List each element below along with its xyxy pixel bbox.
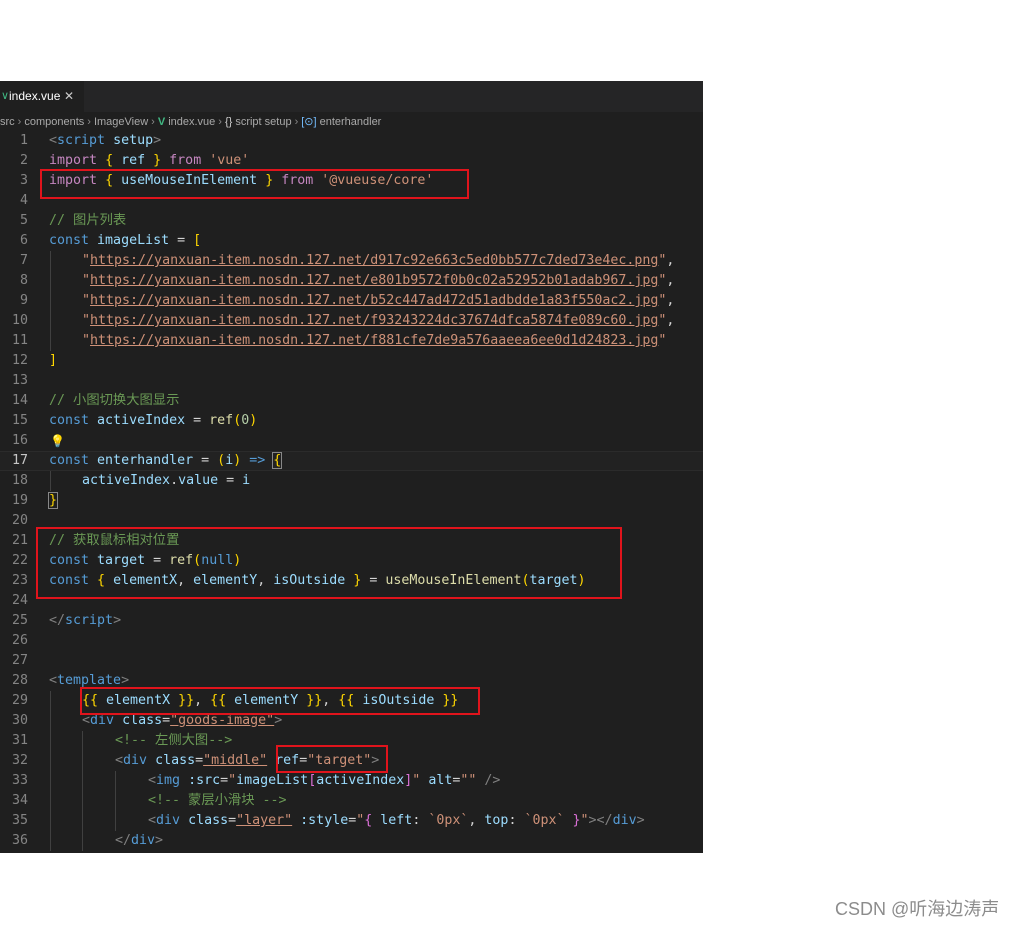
line-number: 25: [11, 613, 28, 628]
tab-bar: ∨ index.vue ✕: [0, 81, 703, 112]
line-number: 35: [11, 813, 28, 828]
code-line: 1 <script setup>: [0, 131, 703, 151]
code-line: 14// 小图切换大图显示: [0, 391, 703, 411]
chevron-right-icon: ›: [294, 116, 299, 128]
code-line-current: 17 const enterhandler = (i) => {: [0, 451, 703, 471]
code-line: 11 "https://yanxuan-item.nosdn.127.net/f8…: [0, 331, 703, 351]
code-line: 22 const target = ref(null): [0, 551, 703, 571]
line-number: 32: [11, 753, 28, 768]
code-line: 8 "https://yanxuan-item.nosdn.127.net/e80…: [0, 271, 703, 291]
code-line: 18 activeIndex.value = i: [0, 471, 703, 491]
line-number: 16: [11, 433, 28, 448]
line-number: 13: [11, 373, 28, 388]
code-line: 3 import { useMouseInElement } from '@vue…: [0, 171, 703, 191]
line-number: 3: [19, 173, 28, 188]
code-line: 4: [0, 191, 703, 211]
line-number: 28: [11, 673, 28, 688]
tab-index-vue[interactable]: ∨ index.vue ✕: [0, 81, 84, 112]
breadcrumb: src › components › ImageView › Vindex.vue ›{} sc…: [0, 112, 703, 132]
line-number: 22: [11, 553, 28, 568]
code-line: 21// 获取鼠标相对位置: [0, 531, 703, 551]
code-line: 26: [0, 631, 703, 651]
line-number: 10: [11, 313, 28, 328]
line-number: 20: [11, 513, 28, 528]
line-number: 30: [11, 713, 28, 728]
code-line: 24: [0, 591, 703, 611]
line-number: 23: [11, 573, 28, 588]
lightbulb-icon[interactable]: 💡: [50, 431, 65, 451]
code-area[interactable]: 1 <script setup> 2 import { ref } from 'vu…: [0, 131, 703, 851]
breadcrumb-item-imageview[interactable]: ImageView: [94, 112, 148, 132]
code-line: 9 "https://yanxuan-item.nosdn.127.net/b52…: [0, 291, 703, 311]
code-line: 15 const activeIndex = ref(0): [0, 411, 703, 431]
line-number: 8: [19, 273, 28, 288]
code-line: 36 </div>: [0, 831, 703, 851]
line-number: 12: [11, 353, 28, 368]
code-line: 31 <!-- 左侧大图-->: [0, 731, 703, 751]
code-line: 2 import { ref } from 'vue': [0, 151, 703, 171]
code-line: 7 "https://yanxuan-item.nosdn.127.net/d91…: [0, 251, 703, 271]
line-number: 24: [11, 593, 28, 608]
code-editor: ∨ index.vue ✕ src › components › ImageView › V…: [0, 81, 703, 853]
line-number: 17: [11, 453, 28, 468]
close-icon[interactable]: ✕: [64, 81, 74, 112]
line-number: 7: [19, 253, 28, 268]
line-number: 31: [11, 733, 28, 748]
breadcrumb-item-index-vue[interactable]: index.vue: [168, 112, 215, 132]
line-number: 21: [11, 533, 28, 548]
breadcrumb-item-components[interactable]: components: [24, 112, 84, 132]
line-number: 1: [19, 133, 28, 148]
line-number: 5: [19, 213, 28, 228]
line-number: 14: [11, 393, 28, 408]
line-number: 29: [11, 693, 28, 708]
tab-label: index.vue: [9, 89, 61, 103]
line-number: 33: [11, 773, 28, 788]
vue-file-icon: ∨: [1, 90, 10, 102]
code-line: 30 <div class="goods-image">: [0, 711, 703, 731]
line-number: 11: [11, 333, 28, 348]
line-number: 9: [19, 293, 28, 308]
chevron-right-icon: ›: [17, 116, 22, 128]
breadcrumb-item-src[interactable]: src: [0, 112, 15, 132]
chevron-right-icon: ›: [151, 116, 155, 128]
watermark: CSDN @听海边涛声: [835, 899, 1000, 919]
code-line: 35 <div class="layer" :style="{ left: `0p…: [0, 811, 703, 831]
code-line: 20: [0, 511, 703, 531]
braces-icon: {}: [224, 116, 233, 128]
code-line: 33 <img :src="imageList[activeIndex]" alt…: [0, 771, 703, 791]
code-line: 5// 图片列表: [0, 211, 703, 231]
chevron-right-icon: ›: [87, 116, 91, 128]
code-line: 6 const imageList = [: [0, 231, 703, 251]
line-number: 27: [11, 653, 28, 668]
breadcrumb-item-script-setup[interactable]: script setup: [235, 112, 291, 132]
chevron-right-icon: ›: [218, 116, 222, 128]
code-line: 10 "https://yanxuan-item.nosdn.127.net/f9…: [0, 311, 703, 331]
line-number: 18: [11, 473, 28, 488]
vue-file-icon: V: [157, 116, 166, 128]
line-number: 36: [11, 833, 28, 848]
breadcrumb-item-enterhandler[interactable]: enterhandler: [320, 112, 382, 132]
line-number: 26: [11, 633, 28, 648]
line-number: 34: [11, 793, 28, 808]
line-number: 4: [19, 193, 28, 208]
code-line: 12]: [0, 351, 703, 371]
code-line: 32 <div class="middle" ref="target">: [0, 751, 703, 771]
code-line: 23 const { elementX, elementY, isOutside …: [0, 571, 703, 591]
line-number: 19: [11, 493, 28, 508]
line-number: 2: [19, 153, 28, 168]
code-line: 34 <!-- 蒙层小滑块 -->: [0, 791, 703, 811]
code-line: 13: [0, 371, 703, 391]
code-line: 27: [0, 651, 703, 671]
line-number: 15: [11, 413, 28, 428]
code-line: 29{{ elementX }}, {{ elementY }}, {{ isO…: [0, 691, 703, 711]
code-line: 28 <template>: [0, 671, 703, 691]
variable-icon: [⊙]: [301, 116, 317, 128]
code-line: 16 💡: [0, 431, 703, 451]
code-line: 19}: [0, 491, 703, 511]
code-line: 25 </script>: [0, 611, 703, 631]
line-number: 6: [19, 233, 28, 248]
